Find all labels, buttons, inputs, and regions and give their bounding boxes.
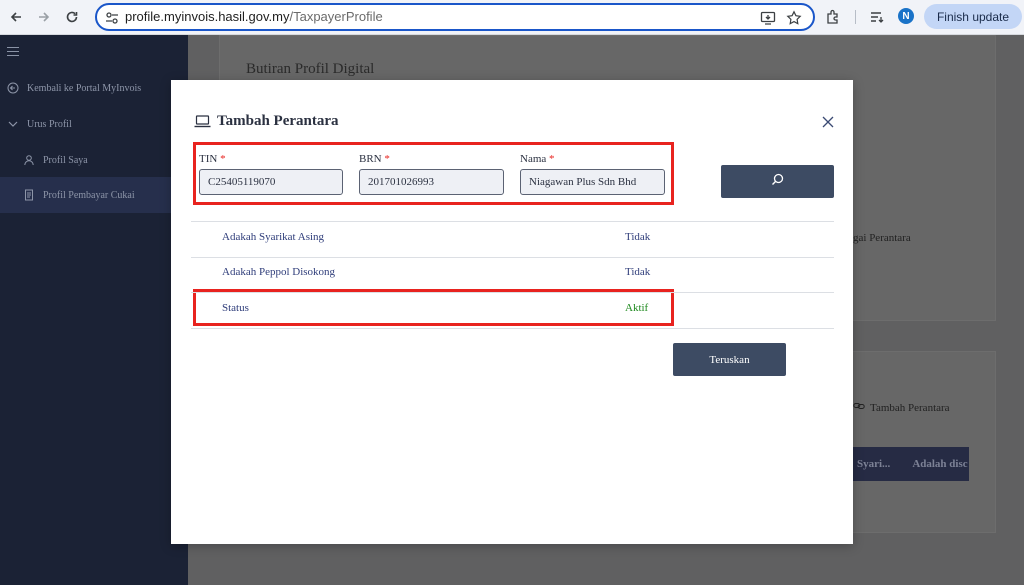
add-intermediary-modal: Tambah Perantara TIN * C25405119070 BRN … xyxy=(171,80,853,544)
profile-avatar[interactable]: N xyxy=(898,8,914,24)
tin-field[interactable]: C25405119070 xyxy=(199,169,343,195)
search-icon xyxy=(771,173,784,191)
modal-title: Tambah Perantara xyxy=(194,113,339,130)
sidebar-item-manage-profile[interactable]: Urus Profil xyxy=(0,106,188,142)
browser-toolbar: profile.myinvois.hasil.gov.my/TaxpayerPr… xyxy=(0,0,1024,35)
extensions-icon[interactable] xyxy=(824,8,842,26)
name-label: Nama * xyxy=(520,153,555,165)
name-field[interactable]: Niagawan Plus Sdn Bhd xyxy=(520,169,665,195)
background-heading: Butiran Profil Digital xyxy=(246,61,375,77)
reload-icon[interactable] xyxy=(62,7,82,27)
address-bar[interactable]: profile.myinvois.hasil.gov.my/TaxpayerPr… xyxy=(95,3,815,31)
search-button[interactable] xyxy=(721,165,834,198)
sidebar: Kembali ke Portal MyInvois Urus Profil P… xyxy=(0,35,188,585)
menu-icon[interactable] xyxy=(7,47,19,56)
background-add-intermediary: Tambah Perantara xyxy=(853,401,950,414)
user-icon xyxy=(23,154,35,166)
row-divider xyxy=(191,292,834,293)
row-value-status: Aktif xyxy=(625,302,649,314)
sidebar-item-my-profile[interactable]: Profil Saya xyxy=(0,142,188,178)
laptop-icon xyxy=(194,115,211,128)
document-icon xyxy=(23,189,35,201)
bookmark-star-icon[interactable] xyxy=(786,10,802,26)
reading-list-icon[interactable] xyxy=(868,8,886,26)
sidebar-item-taxpayer-profile[interactable]: Profil Pembayar Cukai xyxy=(0,177,188,213)
sidebar-item-label: Kembali ke Portal MyInvois xyxy=(27,82,142,94)
tin-label: TIN * xyxy=(199,153,226,165)
row-label-foreign-company: Adakah Syarikat Asing xyxy=(222,231,325,243)
sidebar-item-label: Profil Pembayar Cukai xyxy=(43,189,135,201)
row-value-foreign-company: Tidak xyxy=(625,231,651,243)
install-app-icon[interactable] xyxy=(760,10,776,26)
arrow-left-circle-icon xyxy=(7,82,19,94)
sidebar-item-label: Urus Profil xyxy=(27,118,72,130)
link-icon xyxy=(853,401,865,414)
sidebar-item-back-portal[interactable]: Kembali ke Portal MyInvois xyxy=(0,70,188,106)
close-icon[interactable] xyxy=(822,115,834,128)
row-divider xyxy=(191,221,834,222)
background-table-header: Syari... Adalah disc xyxy=(853,447,969,481)
sidebar-item-label: Profil Saya xyxy=(43,154,88,166)
finish-update-button[interactable]: Finish update xyxy=(924,4,1022,29)
toolbar-divider xyxy=(855,10,856,24)
chevron-down-icon xyxy=(7,118,19,130)
background-text-intermediary: gai Perantara xyxy=(853,232,911,244)
row-divider xyxy=(191,328,834,329)
url-text: profile.myinvois.hasil.gov.my/TaxpayerPr… xyxy=(125,9,383,24)
row-value-peppol: Tidak xyxy=(625,266,651,278)
highlight-box-status xyxy=(193,289,674,326)
row-label-peppol: Adakah Peppol Disokong xyxy=(222,266,336,278)
site-settings-icon[interactable] xyxy=(104,10,120,26)
brn-field[interactable]: 201701026993 xyxy=(359,169,504,195)
row-divider xyxy=(191,257,834,258)
forward-icon[interactable] xyxy=(34,7,54,27)
back-icon[interactable] xyxy=(6,7,26,27)
row-label-status: Status xyxy=(222,302,249,314)
continue-button[interactable]: Teruskan xyxy=(673,343,786,376)
brn-label: BRN * xyxy=(359,153,390,165)
